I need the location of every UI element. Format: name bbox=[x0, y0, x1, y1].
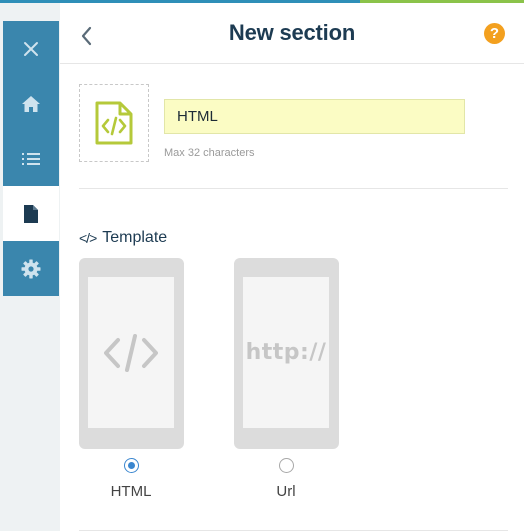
sidebar-item-home[interactable] bbox=[3, 76, 59, 131]
template-option-label: Url bbox=[276, 483, 296, 500]
page-title: New section bbox=[228, 20, 356, 45]
sidebar-item-document[interactable] bbox=[3, 186, 59, 241]
divider bbox=[79, 188, 508, 189]
template-radio-html[interactable] bbox=[124, 458, 139, 473]
template-option-html-card[interactable] bbox=[79, 258, 184, 449]
url-preview-text: http:// bbox=[245, 340, 327, 365]
panel-header: New section ? bbox=[60, 3, 524, 64]
template-option-label: HTML bbox=[110, 483, 152, 500]
help-icon: ? bbox=[489, 25, 500, 42]
sidebar bbox=[3, 21, 59, 296]
section-editor-panel: New section ? Max 32 characters </> Temp… bbox=[60, 3, 524, 531]
sidebar-item-list[interactable] bbox=[3, 131, 59, 186]
section-icon-picker[interactable] bbox=[79, 84, 149, 162]
template-radio-url[interactable] bbox=[279, 458, 294, 473]
section-name-input[interactable] bbox=[164, 99, 465, 134]
section-name-hint: Max 32 characters bbox=[164, 147, 255, 159]
code-file-icon bbox=[95, 101, 133, 145]
home-icon bbox=[22, 95, 40, 112]
document-icon bbox=[24, 204, 38, 223]
template-preview-screen bbox=[88, 277, 174, 428]
template-preview-screen: http:// bbox=[243, 277, 329, 428]
help-button[interactable]: ? bbox=[484, 23, 505, 44]
code-icon bbox=[104, 333, 158, 372]
gear-icon bbox=[21, 259, 41, 278]
close-icon bbox=[24, 41, 38, 56]
template-heading: </> Template bbox=[79, 229, 167, 247]
sidebar-item-settings[interactable] bbox=[3, 241, 59, 296]
template-option-url-card[interactable]: http:// bbox=[234, 258, 339, 449]
list-icon bbox=[22, 152, 40, 165]
template-heading-label: Template bbox=[102, 229, 168, 246]
sidebar-close-button[interactable] bbox=[3, 21, 59, 76]
code-icon: </> bbox=[79, 230, 97, 246]
